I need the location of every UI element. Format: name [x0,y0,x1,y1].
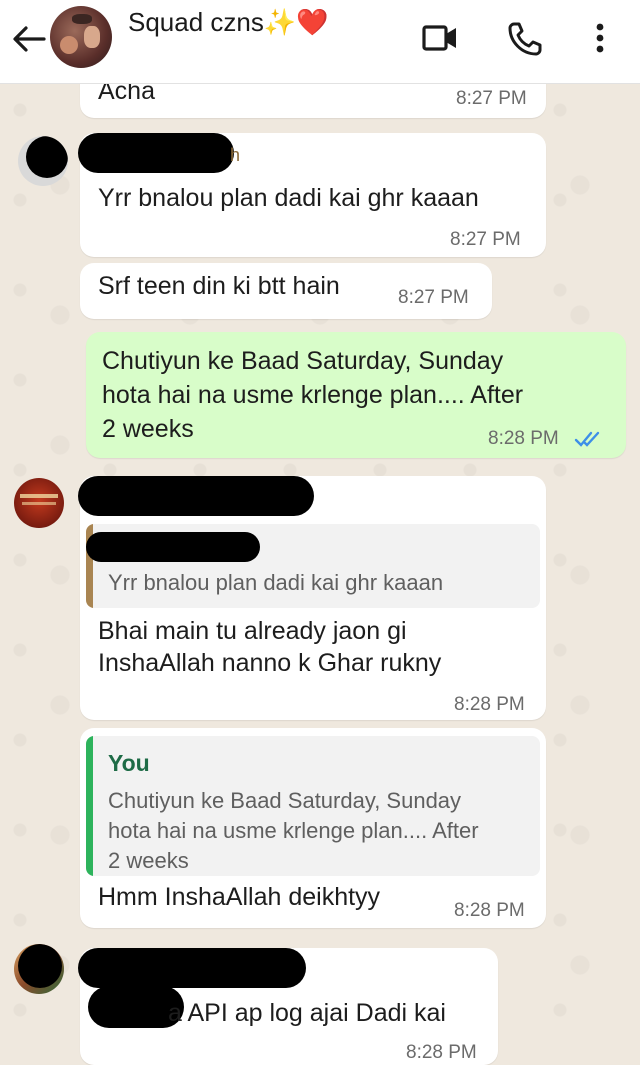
redacted-sender-name [78,948,306,988]
message-text-line: hota hai na usme krlenge plan.... After [102,381,524,409]
message-bubble[interactable]: Yrr bnalou plan dadi kai ghr kaaan Bhai … [78,476,546,720]
group-title[interactable]: Squad czns✨❤️ [128,7,329,38]
redacted-sender-name [78,476,314,516]
message-time: 8:28 PM [406,1042,477,1063]
group-avatar[interactable] [50,6,112,68]
quote-accent-bar [86,736,93,876]
message-bubble[interactable]: a API ap log ajai Dadi kai 8:28 PM [78,948,498,1065]
arrow-left-icon[interactable] [10,22,48,56]
read-receipt-icon [574,431,600,447]
quoted-message[interactable]: Yrr bnalou plan dadi kai ghr kaaan [86,524,540,608]
message-time: 8:27 PM [456,88,527,109]
message-bubble[interactable]: You Chutiyun ke Baad Saturday, Sunday ho… [80,728,546,928]
message-text: Hmm InshaAllah deikhtyy [98,883,381,911]
outgoing-message-bubble[interactable]: Chutiyun ke Baad Saturday, Sunday hota h… [86,332,626,458]
redacted-sender-name [78,133,234,173]
more-vert-icon[interactable] [582,18,618,58]
quote-text: Yrr bnalou plan dadi kai ghr kaaan [108,570,444,595]
quote-text-line: Chutiyun ke Baad Saturday, Sunday [108,788,462,813]
sender-avatar[interactable] [14,478,64,528]
sender-avatar[interactable] [14,944,64,994]
message-text: Srf teen din ki btt hain [98,272,340,300]
message-time: 8:28 PM [454,694,525,715]
quote-author: You [108,750,150,776]
message-time: 8:27 PM [450,229,521,250]
message-text: a API ap log ajai Dadi kai [168,999,446,1027]
message-text-line: InshaAllah nanno k Ghar rukny [98,649,442,677]
sender-avatar[interactable] [18,136,68,186]
quote-text-line: hota hai na usme krlenge plan.... After [108,818,479,843]
quoted-message[interactable]: You Chutiyun ke Baad Saturday, Sunday ho… [86,736,540,876]
video-call-icon[interactable] [418,18,462,58]
message-text-line: Chutiyun ke Baad Saturday, Sunday [102,347,504,375]
phone-call-icon[interactable] [504,18,548,58]
chat-header: Squad czns✨❤️ [0,0,640,84]
message-text: Yrr bnalou plan dadi kai ghr kaaan [98,184,479,212]
message-time: 8:28 PM [454,900,525,921]
message-text-line: Bhai main tu already jaon gi [98,617,407,645]
redacted-quote-author [86,532,260,562]
message-bubble[interactable]: h Yrr bnalou plan dadi kai ghr kaaan 8:2… [78,133,546,257]
message-bubble[interactable]: Srf teen din ki btt hain 8:27 PM [80,263,492,319]
message-time: 8:28 PM [488,428,559,449]
message-time: 8:27 PM [398,287,469,308]
quote-text-line: 2 weeks [108,848,189,873]
message-text-line: 2 weeks [102,415,194,443]
